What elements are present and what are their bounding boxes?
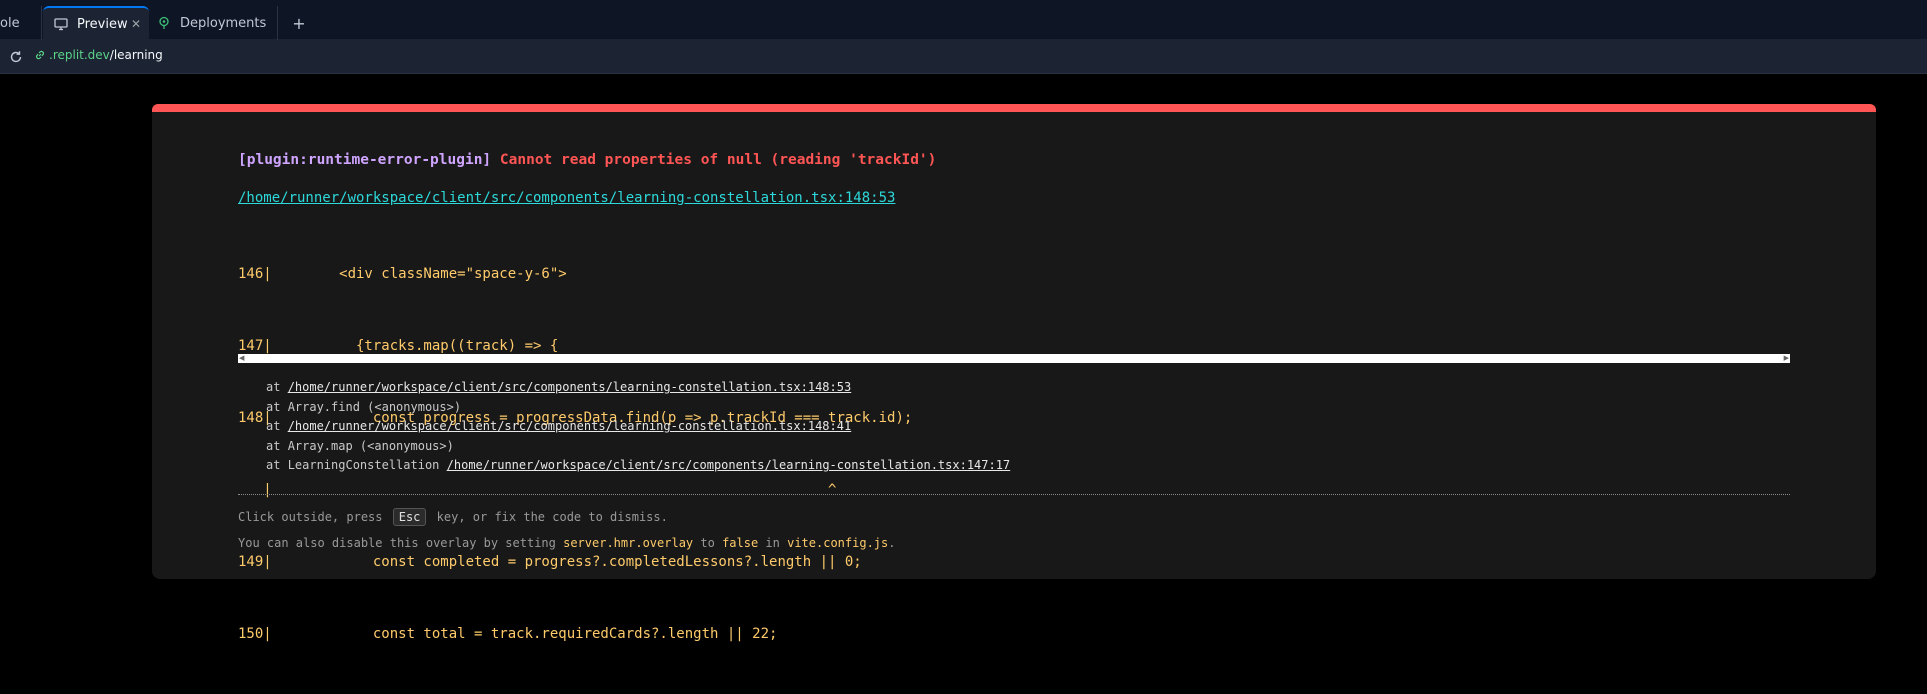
error-file-link[interactable]: /home/runner/workspace/client/src/compon… [238, 190, 895, 206]
tip-text: to [693, 536, 723, 550]
url-host: .replit.dev [49, 48, 110, 62]
tab-console[interactable]: ole [0, 6, 42, 40]
new-tab-button[interactable]: + [287, 11, 311, 35]
link-icon [34, 49, 46, 61]
stack-location-link[interactable]: /home/runner/workspace/client/src/compon… [288, 380, 852, 394]
stack-prefix: at [266, 438, 288, 453]
stack-prefix: at [266, 458, 288, 472]
error-message: [plugin:runtime-error-plugin] Cannot rea… [238, 152, 936, 168]
tip-text: Click outside, press [238, 510, 383, 524]
stack-trace: at /home/runner/workspace/client/src/com… [266, 378, 1010, 476]
overlay-config-tip: You can also disable this overlay by set… [238, 536, 895, 550]
deploy-icon [156, 15, 172, 31]
code-frame-scrollbar[interactable]: ◀ ▶ [238, 354, 1790, 363]
monitor-icon [53, 16, 69, 32]
refresh-icon[interactable] [6, 47, 26, 67]
tab-console-label: ole [0, 15, 20, 31]
close-icon[interactable]: ✕ [131, 17, 141, 31]
config-file: vite.config.js [787, 536, 889, 550]
tip-text: You can also disable this overlay by set… [238, 536, 564, 550]
stack-function: Array.map (<anonymous>) [287, 438, 454, 453]
stack-function: LearningConstellation [287, 458, 447, 472]
stack-prefix: at [266, 399, 288, 414]
code-caret-line: | ^ [238, 482, 837, 498]
scroll-left-icon[interactable]: ◀ [239, 354, 244, 363]
stack-frame: at Array.find (<anonymous>) [266, 398, 1010, 418]
url-field[interactable]: .replit.dev/learning [34, 48, 163, 62]
vite-error-overlay: [plugin:runtime-error-plugin] Cannot rea… [152, 104, 1876, 642]
code-line: 149| const completed = progress?.complet… [238, 554, 862, 570]
divider [238, 494, 1790, 495]
esc-key: Esc [392, 508, 427, 526]
stack-function: Array.find (<anonymous>) [287, 399, 462, 414]
stack-prefix: at [266, 419, 288, 433]
tip-text: in [758, 536, 788, 550]
stack-frame: at /home/runner/workspace/client/src/com… [266, 417, 1010, 437]
url-path: /learning [109, 48, 163, 62]
tip-text: key, or fix the code to dismiss. [436, 510, 668, 524]
code-line: 146| <div className="space-y-6"> [238, 266, 567, 282]
dismiss-tip: Click outside, press Esc key, or fix the… [238, 508, 668, 526]
code-line: 150| const total = track.requiredCards?.… [238, 626, 778, 642]
tip-text: . [888, 536, 896, 550]
stack-frame: at Array.map (<anonymous>) [266, 437, 1010, 457]
tab-deployments-label: Deployments [180, 15, 267, 31]
tab-preview[interactable]: Preview ✕ [43, 6, 149, 40]
config-key: server.hmr.overlay [563, 536, 694, 550]
error-plugin: [plugin:runtime-error-plugin] [238, 152, 492, 168]
config-value: false [722, 536, 759, 550]
preview-url-bar: .replit.dev/learning [0, 40, 1927, 74]
workspace-tab-bar: ole Preview ✕ Deployments + [0, 0, 1927, 40]
stack-frame: at /home/runner/workspace/client/src/com… [266, 378, 1010, 398]
scroll-right-icon[interactable]: ▶ [1784, 354, 1789, 363]
tab-deployments[interactable]: Deployments [150, 6, 278, 40]
stack-frame: at LearningConstellation /home/runner/wo… [266, 456, 1010, 476]
tab-preview-label: Preview [77, 16, 128, 32]
stack-location-link[interactable]: /home/runner/workspace/client/src/compon… [447, 458, 1011, 472]
error-text: Cannot read properties of null (reading … [499, 152, 937, 168]
stack-location-link[interactable]: /home/runner/workspace/client/src/compon… [288, 419, 852, 433]
stack-prefix: at [266, 380, 288, 394]
